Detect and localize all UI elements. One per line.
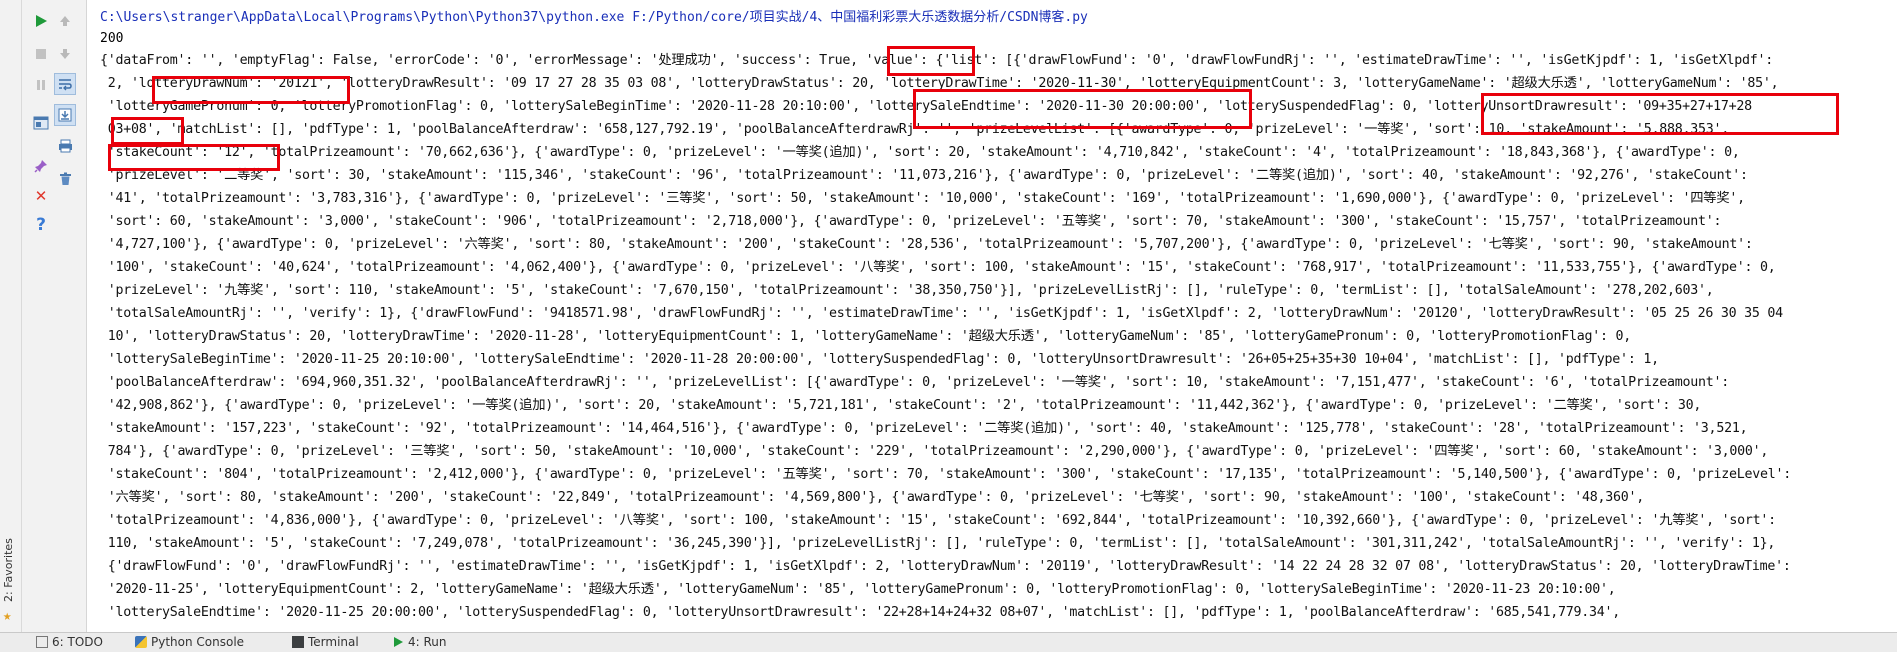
arrow-down-icon[interactable] — [54, 43, 76, 65]
output-line: 'stakeCount': '804', 'totalPrizeamount':… — [100, 467, 1792, 482]
output-line: 10', 'lotteryDrawStatus': 20, 'lotteryDr… — [100, 329, 1632, 344]
run-toolbar: ✕ ? — [22, 0, 87, 632]
highlight-lottery-unsort-drawresult — [1481, 93, 1839, 135]
play-icon[interactable] — [30, 10, 52, 32]
soft-wrap-icon[interactable] — [54, 73, 76, 95]
output-line: 'lotterySaleBeginTime': '2020-11-25 20:1… — [100, 352, 1659, 367]
python-console-tab[interactable]: Python Console — [135, 634, 244, 651]
terminal-icon — [292, 636, 304, 648]
output-line: 'stakeCount': '12', 'totalPrizeamount': … — [100, 145, 1740, 160]
todo-icon — [36, 636, 48, 648]
layout-icon[interactable] — [30, 112, 52, 134]
todo-tab[interactable]: 6: TODO — [36, 634, 103, 651]
output-line: 'lotterySaleEndtime': '2020-11-25 20:00:… — [100, 605, 1621, 620]
output-line: 'totalPrizeamount': '4,836,000'}, {'awar… — [100, 513, 1776, 528]
arrow-up-icon[interactable] — [54, 10, 76, 32]
output-line: 'stakeAmount': '157,223', 'stakeCount': … — [100, 421, 1748, 436]
output-lines: {'dataFrom': '', 'emptyFlag': False, 'er… — [100, 49, 1890, 624]
highlight-stake-count — [108, 144, 280, 171]
output-line: 784'}, {'awardType': 0, 'prizeLevel': '三… — [100, 444, 1769, 459]
output-line: 'sort': 60, 'stakeAmount': '3,000', 'sta… — [100, 214, 1722, 229]
output-line: '100', 'stakeCount': '40,624', 'totalPri… — [100, 260, 1776, 275]
output-line: {'drawFlowFund': '0', 'drawFlowFundRj': … — [100, 559, 1791, 574]
highlight-value-key — [887, 46, 975, 76]
output-line: 'prizeLevel': '九等奖', 'sort': 110, 'stake… — [100, 283, 1714, 298]
status-code-line: 200 — [100, 31, 124, 46]
scroll-to-end-icon[interactable] — [54, 104, 76, 126]
highlight-lottery-draw-num — [152, 76, 350, 104]
output-line: '41', 'totalPrizeamount': '3,783,316'}, … — [100, 191, 1745, 206]
python-icon — [135, 636, 147, 648]
output-line: 'prizeLevel': '二等奖', 'sort': 30, 'stakeA… — [100, 168, 1748, 183]
bottom-tool-bar: 6: TODO Python Console Terminal 4: Run — [0, 632, 1897, 652]
help-icon[interactable]: ? — [30, 214, 52, 236]
output-line: '4,727,100'}, {'awardType': 0, 'prizeLev… — [100, 237, 1753, 252]
highlight-lottery-sale-endtime — [913, 89, 1252, 129]
output-line: '42,908,862'}, {'awardType': 0, 'prizeLe… — [100, 398, 1702, 413]
output-line: 'totalSaleAmountRj': '', 'verify': 1}, {… — [100, 306, 1783, 321]
pin-icon[interactable] — [30, 155, 52, 177]
close-icon[interactable]: ✕ — [30, 185, 52, 207]
output-line: {'dataFrom': '', 'emptyFlag': False, 'er… — [100, 53, 1774, 68]
output-line: '六等奖', 'sort': 80, 'stakeAmount': '200',… — [100, 490, 1645, 505]
run-tab[interactable]: 4: Run — [392, 634, 447, 651]
output-line: '2020-11-25', 'lotteryEquipmentCount': 2… — [100, 582, 1616, 597]
output-line: 'poolBalanceAfterdraw': '694,960,351.32'… — [100, 375, 1730, 390]
terminal-tab[interactable]: Terminal — [292, 634, 359, 651]
run-icon — [392, 636, 404, 648]
stop-icon[interactable] — [30, 43, 52, 65]
run-command-line: C:\Users\stranger\AppData\Local\Programs… — [100, 10, 1088, 25]
highlight-unsort-drawresult-tail — [111, 117, 184, 145]
favorites-strip: 2: Favorites ★ — [0, 0, 22, 632]
star-icon[interactable]: ★ — [3, 608, 11, 624]
output-line: 110, 'stakeAmount': '5', 'stakeCount': '… — [100, 536, 1776, 551]
pause-icon[interactable] — [30, 74, 52, 96]
trash-icon[interactable] — [54, 168, 76, 190]
print-icon[interactable] — [54, 135, 76, 157]
favorites-tab[interactable]: 2: Favorites — [2, 530, 18, 610]
